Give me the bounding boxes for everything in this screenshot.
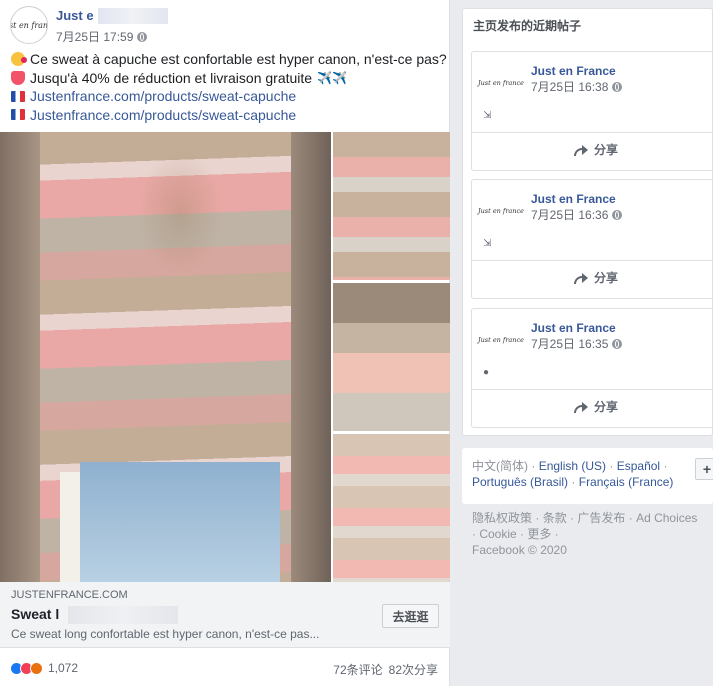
globe-icon	[612, 209, 623, 220]
post-timestamp: 7月25日 16:38	[531, 78, 623, 95]
share-button[interactable]: 分享	[472, 398, 712, 415]
page-name-link[interactable]: Just en France	[531, 321, 616, 335]
timestamp-text[interactable]: 7月25日 16:38	[531, 78, 608, 95]
recent-post-card[interactable]: Just en france Just en France 7月25日 16:3…	[471, 308, 712, 428]
post-meta: 7月25日 17:59	[56, 28, 148, 45]
recent-post-card[interactable]: Just en france Just en France 7月25日 16:3…	[471, 179, 712, 299]
share-icon	[573, 272, 588, 284]
post-url-link[interactable]: Justenfrance.com/products/sweat-capuche	[30, 87, 296, 106]
recent-posts-title: 主页发布的近期帖子	[473, 19, 582, 33]
link-icon: ⇲	[483, 110, 492, 121]
divider	[472, 260, 712, 261]
shop-now-button[interactable]: 去逛逛	[382, 604, 439, 628]
page-name-link[interactable]: Just en France	[531, 192, 616, 206]
copyright: Facebook © 2020	[472, 543, 567, 557]
globe-icon	[612, 81, 623, 92]
timestamp-text[interactable]: 7月25日 16:35	[531, 335, 608, 352]
share-icon	[573, 401, 588, 413]
comments-count[interactable]: 72条评论	[333, 661, 382, 678]
footer-link-more[interactable]: 更多	[527, 527, 551, 541]
page-logo: Just en france	[478, 336, 524, 344]
page-logo: Just en france	[478, 207, 524, 215]
link-description: Ce sweat long confortable est hyper cano…	[11, 627, 320, 641]
post-photo-collage	[0, 132, 450, 582]
footer-link-terms[interactable]: 条款	[543, 511, 567, 525]
more-languages-button[interactable]: +	[695, 458, 713, 480]
page-avatar[interactable]: Just en france	[10, 6, 48, 44]
footer-link-privacy[interactable]: 隐私权政策	[472, 511, 532, 525]
language-option[interactable]: Español	[617, 459, 660, 473]
reaction-count: 1,072	[48, 661, 79, 675]
angry-icon	[30, 661, 43, 675]
smiling-face-hearts-icon	[11, 52, 27, 67]
link-title[interactable]: Sweat l	[11, 606, 59, 622]
gift-heart-icon	[11, 70, 25, 85]
post-line-4: Justenfrance.com/products/sweat-capuche	[11, 106, 441, 125]
post-line-2: Jusqu'à 40% de réduction et livraison gr…	[11, 69, 441, 88]
tag-icon: ●	[483, 367, 490, 378]
share-label: 分享	[593, 400, 618, 414]
language-option[interactable]: Français (France)	[579, 475, 674, 489]
post-message: Ce sweat à capuche est confortable est h…	[11, 50, 447, 125]
reactions-summary[interactable]: 1,072	[10, 661, 78, 675]
language-option[interactable]: Português (Brasil)	[472, 475, 568, 489]
france-flag-icon	[11, 90, 25, 102]
page-avatar[interactable]: Just en france	[478, 63, 524, 103]
share-label: 分享	[593, 143, 618, 157]
share-button[interactable]: 分享	[472, 269, 712, 286]
link-domain: JUSTENFRANCE.COM	[11, 589, 128, 601]
divider	[472, 389, 712, 390]
link-preview[interactable]: JUSTENFRANCE.COM Sweat l Ce sweat long c…	[0, 582, 450, 648]
shares-count[interactable]: 82次分享	[389, 661, 438, 678]
page-logo: Just en france	[11, 20, 48, 30]
redacted-name	[98, 8, 168, 24]
product-photo-3[interactable]	[333, 283, 450, 431]
post-timestamp: 7月25日 16:35	[531, 335, 623, 352]
product-photo-2[interactable]	[333, 132, 450, 280]
engagement-stats: 72条评论 82次分享	[333, 661, 438, 678]
redacted-title	[68, 606, 178, 624]
recent-posts-panel: 主页发布的近期帖子 Just en france Just en France …	[462, 8, 713, 436]
link-icon: ⇲	[483, 238, 492, 249]
post-line-text: Ce sweat à capuche est confortable est h…	[30, 51, 447, 67]
share-label: 分享	[593, 271, 618, 285]
page-name-link[interactable]: Just en France	[531, 64, 616, 78]
page-name-link[interactable]: Just e	[56, 8, 94, 23]
france-flag-icon	[11, 109, 25, 121]
recent-post-card[interactable]: Just en france Just en France 7月25日 16:3…	[471, 51, 712, 171]
footer-link-ads[interactable]: 广告发布	[577, 511, 625, 525]
post-timestamp[interactable]: 7月25日 17:59	[56, 28, 133, 45]
product-photo-main[interactable]	[0, 132, 331, 582]
share-button[interactable]: 分享	[472, 141, 712, 158]
globe-icon	[612, 338, 623, 349]
product-photo-4[interactable]	[333, 434, 450, 582]
timestamp-text[interactable]: 7月25日 16:36	[531, 206, 608, 223]
airplane-icon: ✈️✈️	[317, 70, 347, 85]
current-language: 中文(简体)	[472, 459, 528, 473]
page-avatar[interactable]: Just en france	[478, 320, 524, 360]
post-timestamp: 7月25日 16:36	[531, 206, 623, 223]
post-url-link[interactable]: Justenfrance.com/products/sweat-capuche	[30, 106, 296, 125]
post-header: Just en france Just e 7月25日 17:59	[10, 6, 440, 46]
footer-link-adchoices[interactable]: Ad Choices	[636, 511, 697, 525]
post-line-3: Justenfrance.com/products/sweat-capuche	[11, 87, 441, 106]
footer-link-cookie[interactable]: Cookie	[479, 527, 516, 541]
page-avatar[interactable]: Just en france	[478, 191, 524, 231]
divider	[472, 132, 712, 133]
globe-icon[interactable]	[137, 31, 148, 42]
post-footer: 1,072 72条评论 82次分享	[0, 648, 450, 686]
language-option[interactable]: English (US)	[539, 459, 606, 473]
page-logo: Just en france	[478, 79, 524, 87]
post-line-text: Jusqu'à 40% de réduction et livraison gr…	[30, 69, 313, 86]
language-selector: 中文(简体) · English (US) · Español · Portug…	[462, 448, 713, 504]
feed-post: Just en france Just e 7月25日 17:59 Ce swe…	[0, 0, 450, 686]
post-line-1: Ce sweat à capuche est confortable est h…	[11, 50, 447, 69]
site-footer: 隐私权政策 · 条款 · 广告发布 · Ad Choices · Cookie …	[472, 510, 713, 558]
share-icon	[573, 144, 588, 156]
